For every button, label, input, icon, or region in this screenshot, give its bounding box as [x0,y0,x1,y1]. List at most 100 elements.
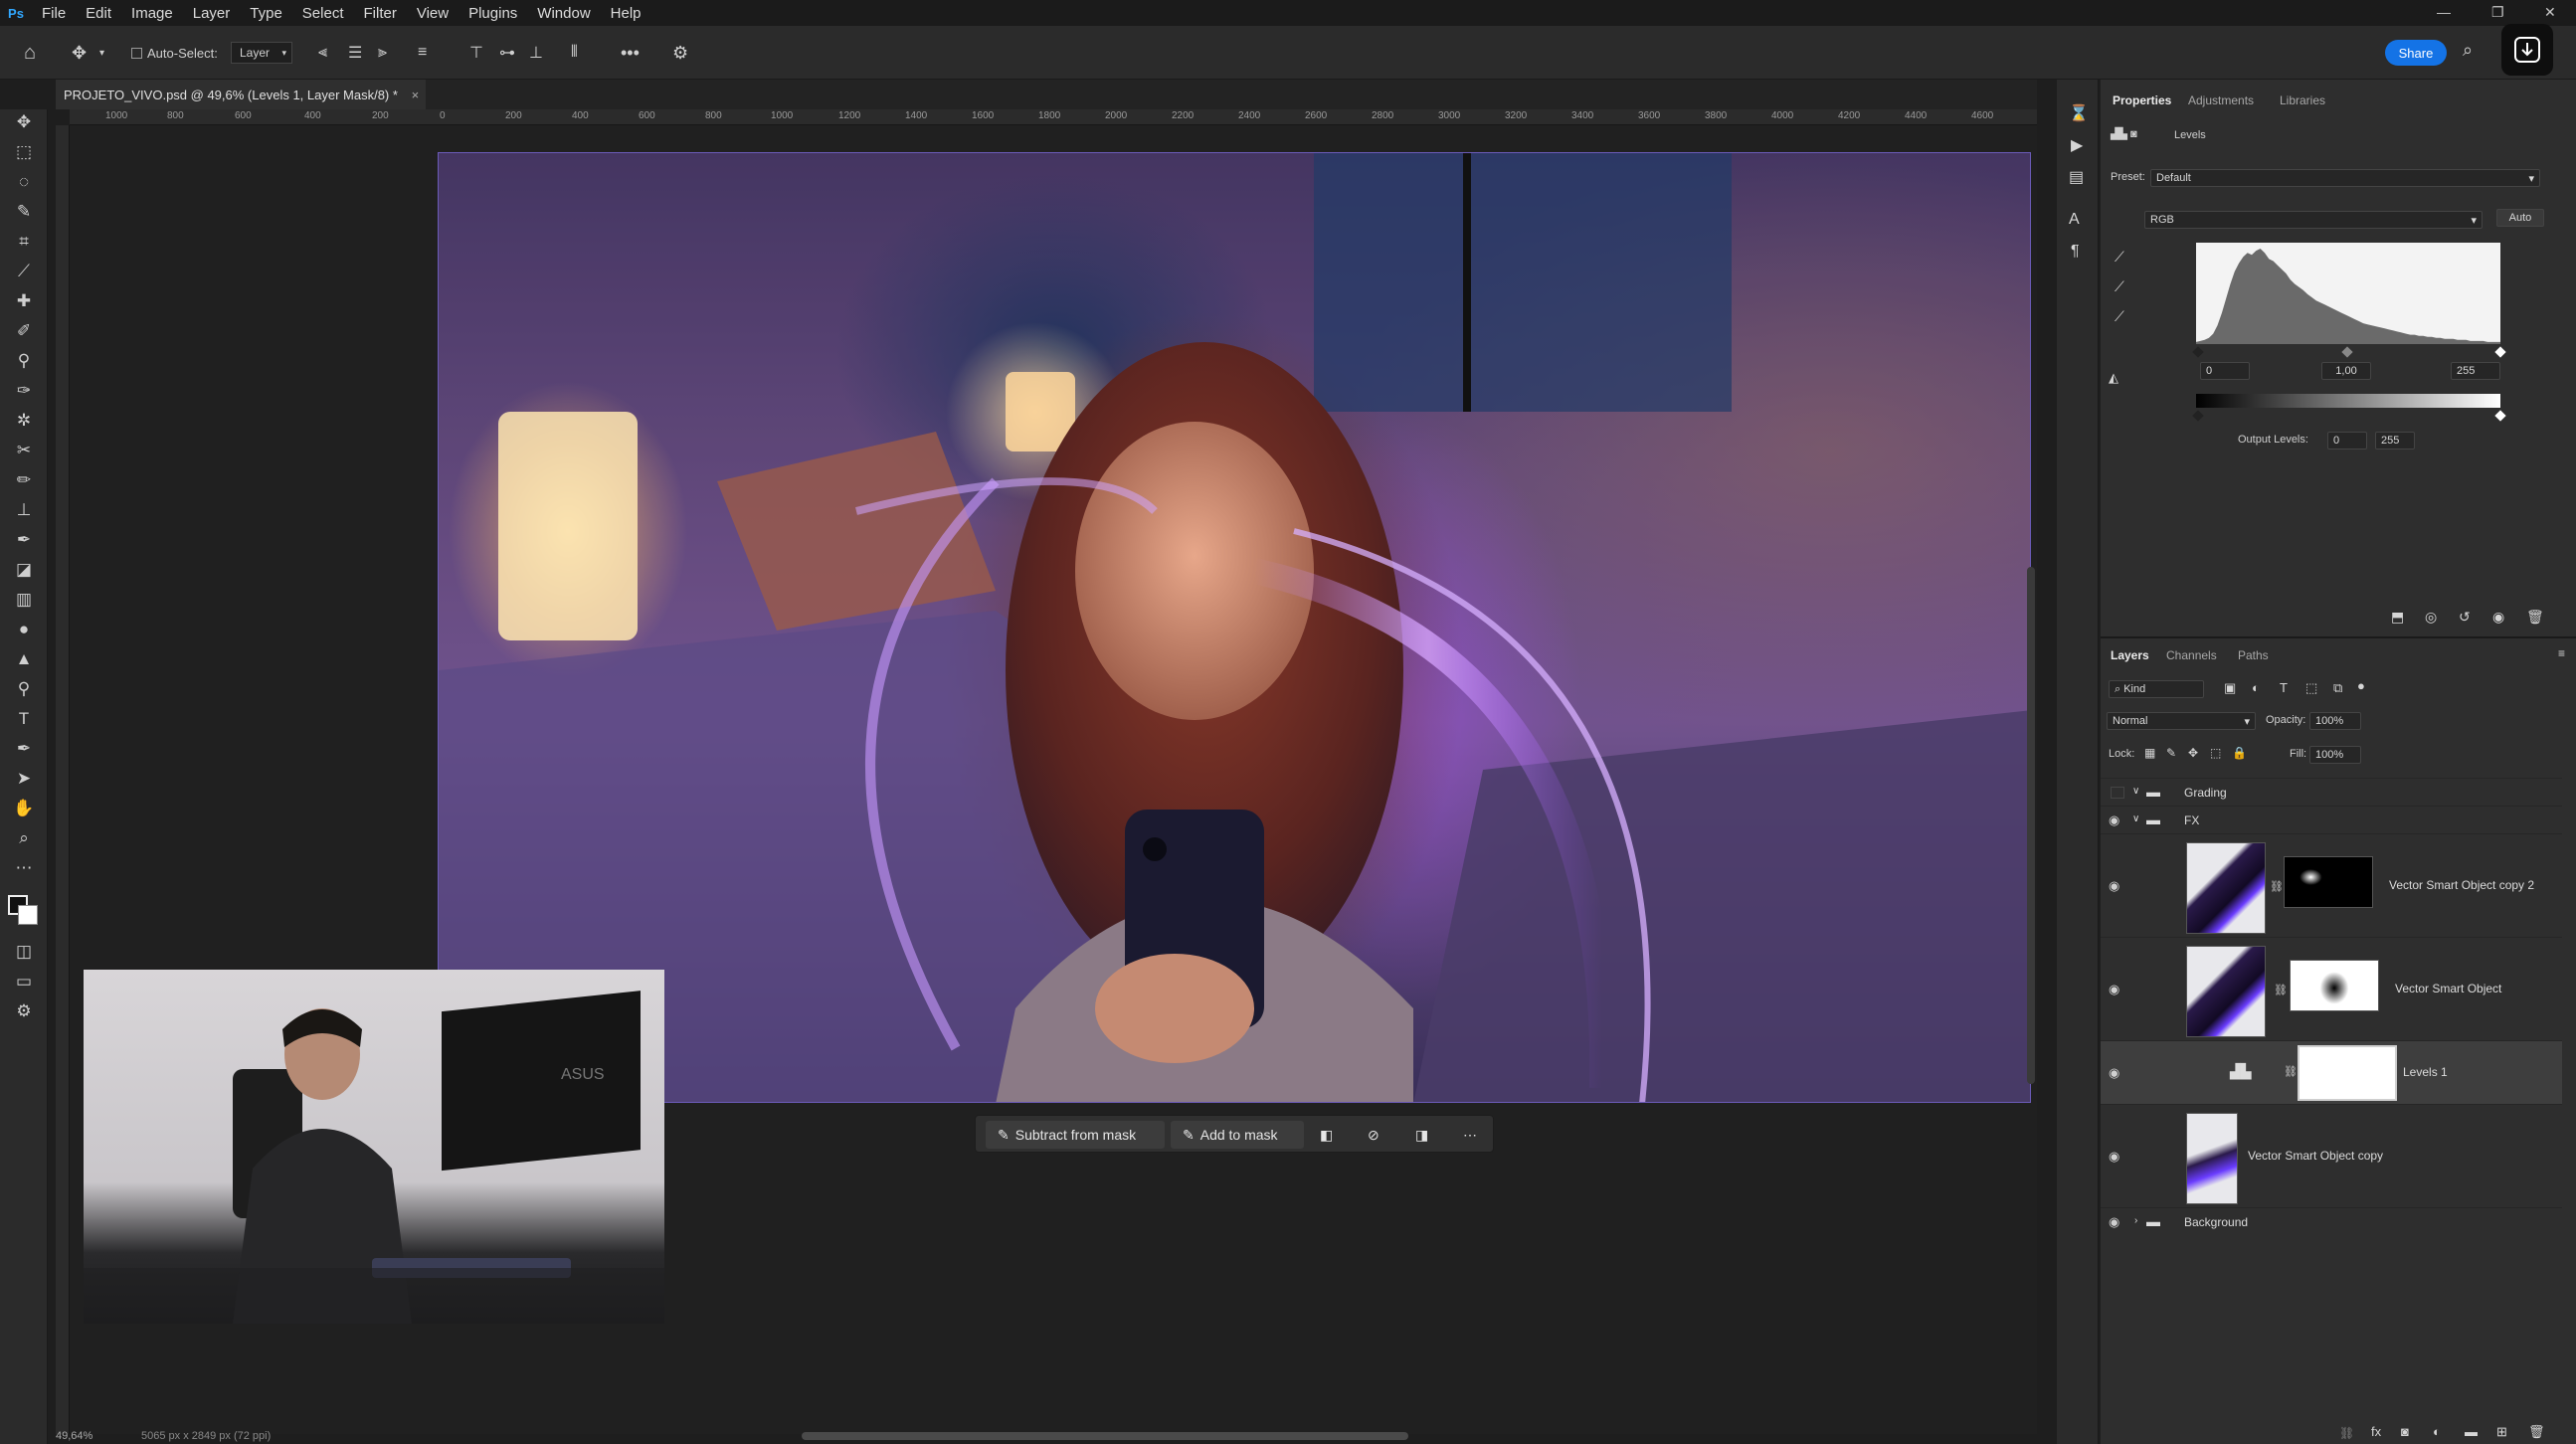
more-options-icon[interactable]: ••• [621,42,640,64]
eye-icon[interactable]: ◉ [2109,812,2119,828]
search-icon[interactable]: ⌕ [2463,40,2473,61]
clip-to-layer-icon[interactable]: ⬒ [2391,609,2404,626]
layer-row-background[interactable]: ◉ › ▬ Background [2101,1207,2562,1235]
tab-channels[interactable]: Channels [2166,648,2217,662]
lock-all-icon[interactable]: 🔒 [2232,746,2247,760]
visibility-eye-icon[interactable]: ◉ [2492,609,2504,626]
tab-properties[interactable]: Properties [2113,93,2171,107]
healing-brush-icon[interactable]: ✚ [10,288,38,314]
move-tool-icon[interactable]: ✥ [72,42,87,64]
marquee-tool-icon[interactable]: ⬚ [10,139,38,165]
patch-tool-icon[interactable]: ✲ [10,408,38,434]
auto-select-dropdown[interactable]: Layer ▾ [231,42,292,64]
trash-icon[interactable]: 🗑 [2526,609,2544,626]
input-white-field[interactable]: 255 [2451,362,2500,380]
reset-icon[interactable]: ↺ [2459,609,2471,626]
history-icon[interactable]: ⌛ [2069,103,2089,123]
new-adjustment-icon[interactable]: ◐ [2433,1424,2441,1439]
align-left-icon[interactable]: ⫷ [318,42,327,64]
auto-button[interactable]: Auto [2496,209,2544,227]
eye-icon[interactable]: ◉ [2109,1065,2119,1081]
preset-dropdown[interactable]: Default ▾ [2150,169,2540,187]
distribute-icon[interactable]: ≡ [418,42,427,64]
scissors-icon[interactable]: ✂ [10,438,38,463]
layer-name[interactable]: Vector Smart Object copy [2248,1149,2383,1163]
align-right-icon[interactable]: ⫸ [378,42,387,64]
document-tab[interactable]: PROJETO_VIVO.psd @ 49,6% (Levels 1, Laye… [56,80,426,109]
eye-icon[interactable]: ◉ [2109,1214,2119,1230]
input-white-slider[interactable] [2494,346,2506,358]
link-layers-icon[interactable]: ⛓ [2339,1426,2354,1440]
eye-icon[interactable]: ◉ [2109,1149,2119,1165]
target-adjust-icon[interactable]: ◭ [2109,370,2118,386]
eyedropper-tool-icon[interactable]: ⟋ [10,259,38,284]
menu-image[interactable]: Image [121,5,183,22]
menu-help[interactable]: Help [601,5,651,22]
quick-mask-icon[interactable]: ◫ [10,939,38,965]
chevron-down-icon[interactable]: ∨ [2132,786,2139,797]
background-color-swatch[interactable] [18,905,38,925]
hand-tool-icon[interactable]: ✋ [10,796,38,821]
object-select-tool-icon[interactable]: ✎ [10,199,38,225]
menu-select[interactable]: Select [292,5,354,22]
lock-position-icon[interactable]: ✥ [2188,746,2198,760]
output-white-field[interactable]: 255 [2375,432,2415,450]
layer-row-levels-1[interactable]: ◉ ▟▙ ⛓ Levels 1 [2101,1040,2562,1104]
download-icon[interactable] [2501,24,2553,76]
eye-icon[interactable]: ◉ [2109,982,2119,997]
home-icon[interactable]: ⌂ [24,42,36,64]
output-black-field[interactable]: 0 [2327,432,2367,450]
trash-icon[interactable]: 🗑 [2528,1424,2545,1440]
vertical-scrollbar[interactable] [2027,567,2035,1084]
mask-apply-icon[interactable]: ◨ [1415,1121,1428,1149]
layer-name[interactable]: Background [2184,1215,2248,1229]
layer-mask-thumbnail[interactable] [2298,1045,2397,1101]
gradient-tool-icon[interactable]: ▥ [10,587,38,613]
move-tool-icon[interactable]: ✥ [10,109,38,135]
gear-icon[interactable]: ⚙ [672,42,688,64]
layer-mask-thumbnail[interactable] [2290,960,2379,1011]
lock-transparency-icon[interactable]: ▦ [2144,746,2155,760]
output-black-slider[interactable] [2192,410,2204,422]
layer-row-fx[interactable]: ◉ ∨ ▬ FX [2101,806,2562,833]
distribute-vertical-icon[interactable]: ⫴ [571,42,578,64]
filter-smart-object-icon[interactable]: ⧉ [2333,680,2342,696]
align-middle-icon[interactable]: ⊶ [499,42,515,64]
paragraph-icon[interactable]: ¶ [2071,243,2080,261]
eraser-tool-icon[interactable]: ◪ [10,557,38,583]
panel-menu-icon[interactable]: ≡ [2558,646,2565,660]
subtract-from-mask-button[interactable]: ✎ Subtract from mask [986,1121,1165,1149]
filter-type-icon[interactable]: T [2280,680,2288,695]
layer-row-grading[interactable]: ∨ ▬ Grading [2101,778,2562,806]
crop-tool-icon[interactable]: ⌗ [10,229,38,255]
character-icon[interactable]: A [2069,211,2080,229]
close-window-icon[interactable]: ✕ [2544,4,2556,21]
layer-name[interactable]: Vector Smart Object copy 2 [2389,878,2534,892]
filter-adjustment-icon[interactable]: ◐ [2252,680,2260,695]
input-black-field[interactable]: 0 [2200,362,2250,380]
layer-row-vso[interactable]: ◉ ⛓ Vector Smart Object [2101,937,2562,1040]
view-previous-icon[interactable]: ◎ [2425,609,2437,626]
input-black-slider[interactable] [2192,346,2204,358]
lock-artboard-icon[interactable]: ⬚ [2210,746,2221,760]
chevron-down-icon[interactable]: ∨ [2132,813,2139,824]
mixer-brush-icon[interactable]: ✒ [10,527,38,553]
pen-tool-icon[interactable]: ✒ [10,736,38,762]
type-tool-icon[interactable]: T [10,706,38,732]
output-white-slider[interactable] [2494,410,2506,422]
sharpen-tool-icon[interactable]: ▲ [10,646,38,672]
lasso-tool-icon[interactable]: ◌ [10,169,38,195]
minimize-icon[interactable]: — [2437,4,2451,20]
tool-preset-chevron-icon[interactable]: ▾ [99,42,104,64]
layer-row-vso-copy-2[interactable]: ◉ ⛓ Vector Smart Object copy 2 [2101,833,2562,937]
more-tools-icon[interactable]: ⋯ [10,855,38,881]
tab-layers[interactable]: Layers [2111,648,2149,662]
actions-icon[interactable]: ▶ [2071,135,2083,155]
zoom-tool-icon[interactable]: ⌕ [10,825,38,851]
menu-view[interactable]: View [407,5,459,22]
filter-toggle-icon[interactable]: ● [2357,678,2365,693]
menu-filter[interactable]: Filter [354,5,407,22]
link-icon[interactable]: ⛓ [2284,1065,2298,1078]
input-gamma-field[interactable]: 1,00 [2321,362,2371,380]
link-icon[interactable]: ⛓ [2270,880,2284,893]
